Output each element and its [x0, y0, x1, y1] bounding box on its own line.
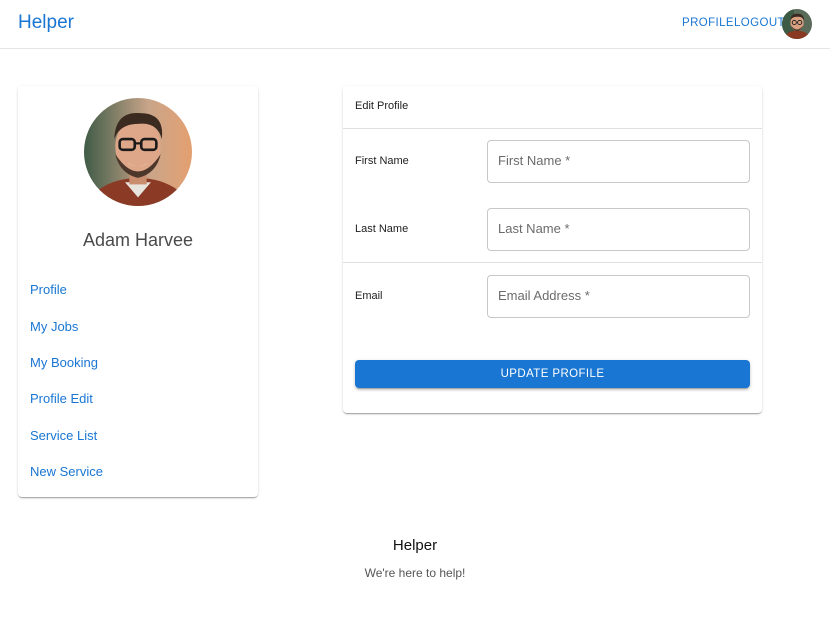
user-avatar-icon[interactable]	[782, 9, 812, 39]
last-name-input[interactable]: Last Name *	[487, 208, 750, 251]
card-title: Edit Profile	[355, 100, 409, 112]
first-name-input[interactable]: First Name *	[487, 140, 750, 183]
nav-profile-link[interactable]: PROFILE	[682, 17, 734, 29]
first-name-placeholder: First Name *	[498, 153, 571, 168]
email-input[interactable]: Email Address *	[487, 275, 750, 318]
sidebar-item-profile[interactable]: Profile	[30, 282, 67, 297]
sidebar-item-my-jobs[interactable]: My Jobs	[30, 319, 78, 334]
nav-logout-link[interactable]: LOGOUT	[734, 17, 785, 29]
sidebar-item-profile-edit[interactable]: Profile Edit	[30, 391, 93, 406]
sidebar-item-new-service[interactable]: New Service	[30, 464, 103, 479]
sidebar-item-my-booking[interactable]: My Booking	[30, 355, 98, 370]
user-name: Adam Harvee	[82, 230, 194, 250]
last-name-placeholder: Last Name *	[498, 221, 570, 236]
footer-title: Helper	[392, 537, 438, 554]
email-label: Email	[355, 290, 383, 302]
first-name-label: First Name	[355, 155, 409, 167]
app-bar: Helper PROFILE LOGOUT	[0, 0, 830, 49]
update-profile-button[interactable]: UPDATE PROFILE	[355, 360, 750, 388]
email-placeholder: Email Address *	[498, 288, 590, 303]
divider	[343, 262, 762, 263]
user-avatar-icon	[84, 98, 192, 206]
last-name-label: Last Name	[355, 223, 409, 235]
brand-logo[interactable]: Helper	[18, 12, 74, 34]
profile-sidebar-card: Adam Harvee Profile My Jobs My Booking P…	[18, 86, 258, 497]
sidebar-item-service-list[interactable]: Service List	[30, 428, 97, 443]
footer-tagline: We're here to help!	[364, 566, 466, 580]
edit-profile-card: Edit Profile First Name First Name * Las…	[343, 86, 762, 413]
divider	[343, 128, 762, 129]
